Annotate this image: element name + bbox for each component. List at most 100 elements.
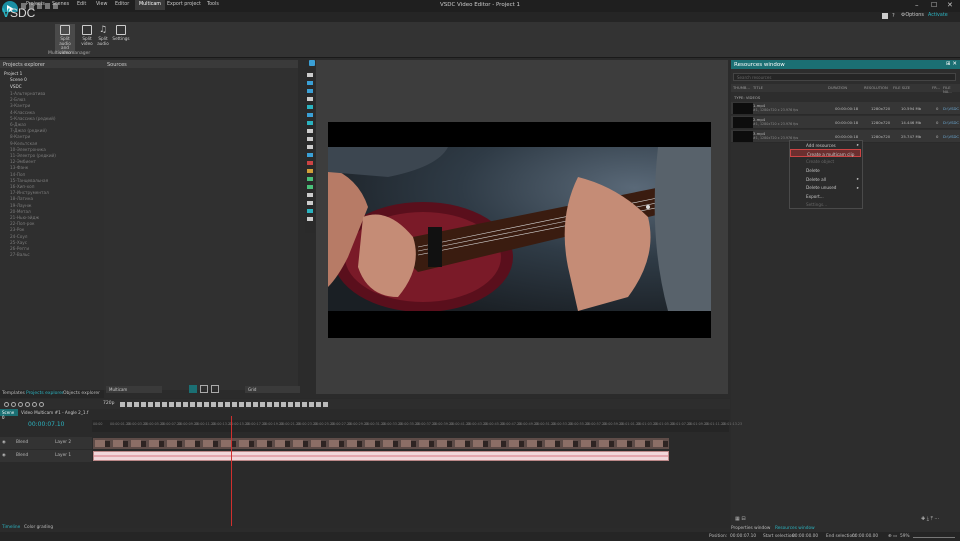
layout-icon[interactable] [882,13,888,19]
tree-item[interactable]: 26-Регги [10,246,29,251]
tree-item[interactable]: 3-Кантри [10,103,30,108]
tab-tools[interactable]: Tools [207,2,219,7]
transport-icon[interactable] [246,402,251,407]
col-filesize[interactable]: FILE SIZE [893,86,910,90]
transport-icon[interactable] [239,402,244,407]
object-tool-icon[interactable] [307,217,313,221]
transport-icon[interactable] [295,402,300,407]
tree-item[interactable]: 12-Эмбиент [10,159,36,164]
resources-add-icons[interactable]: ✚ ⤓ ⤒ ⋯ [921,516,939,522]
tree-item[interactable]: 23-Рок [10,227,24,232]
tab-templates[interactable]: Templates [2,391,25,396]
view-grid-icon[interactable] [189,385,197,393]
object-tool-icon[interactable] [307,209,313,213]
resource-row[interactable]: 2.mp4 #1, 1280x720 x 23.976 fps 00:00:00:1… [731,116,960,129]
toolbar-icon[interactable] [309,60,315,66]
timeline-control-icon[interactable] [32,402,37,407]
tree-item[interactable]: 14-Поп [10,172,25,177]
object-tool-icon[interactable] [307,129,313,133]
col-resolution[interactable]: RESOLUTION [864,86,888,90]
object-tool-icon[interactable] [307,177,313,181]
tree-item[interactable]: 24-Соул [10,234,27,239]
tab-properties-window[interactable]: Properties window [731,526,770,531]
tree-item[interactable]: 7-Джаз (редкий) [10,128,47,133]
tree-item[interactable]: 19-Лаунж [10,203,32,208]
tree-item[interactable]: 13-Фанк [10,165,28,170]
tree-item[interactable]: 6-Джаз [10,122,26,127]
playhead[interactable] [231,416,232,526]
menu-item-delete[interactable]: Delete [790,167,861,175]
timeline-control-icon[interactable] [4,402,9,407]
object-tool-icon[interactable] [307,121,313,125]
split-audio-button[interactable]: ♫ Split audio [93,24,113,54]
object-tool-icon[interactable] [307,161,313,165]
layer-row[interactable]: ◉ Blend Layer 2 [0,437,92,449]
object-tool-icon[interactable] [307,201,313,205]
transport-icon[interactable] [120,402,125,407]
object-tool-icon[interactable] [307,113,313,117]
layout-combo[interactable]: Grid [245,386,300,393]
resources-footer-icons[interactable]: ▦ ⊟ [735,516,746,522]
transport-icon[interactable] [225,402,230,407]
transport-icon[interactable] [155,402,160,407]
options-button[interactable]: ⚙Options [901,13,924,18]
zoom-icons[interactable]: ⊕ ▭ [888,534,897,539]
transport-icon[interactable] [232,402,237,407]
view-single-icon[interactable] [200,385,208,393]
object-tool-icon[interactable] [307,137,313,141]
col-title[interactable]: TITLE [753,86,763,90]
transport-icon[interactable] [183,402,188,407]
tree-item[interactable]: 4-Классика [10,110,35,115]
close-button[interactable]: ✕ [947,1,953,9]
object-tool-icon[interactable] [307,153,313,157]
transport-icon[interactable] [148,402,153,407]
tree-item[interactable]: 21-Нью-эйдж [10,215,39,220]
layer-row[interactable]: ◉ Blend Layer 1 [0,450,92,462]
tab-color-grading[interactable]: Color grading [24,525,53,530]
tree-item[interactable]: 8-Кантри [10,134,30,139]
split-audio-video-button[interactable]: Split audio and video [55,24,75,55]
tree-item[interactable]: 2-Блюз [10,97,25,102]
transport-icon[interactable] [127,402,132,407]
transport-icon[interactable] [260,402,265,407]
transport-icon[interactable] [288,402,293,407]
transport-icon[interactable] [190,402,195,407]
view-list-icon[interactable] [211,385,219,393]
col-filename[interactable]: FILE NA... [943,86,960,94]
video-clip[interactable] [93,438,669,449]
transport-icon[interactable] [316,402,321,407]
tree-item[interactable]: Scene 0 [10,77,27,82]
transport-icon[interactable] [162,402,167,407]
eye-icon[interactable]: ◉ [2,440,6,445]
transport-icon[interactable] [211,402,216,407]
activate-link[interactable]: Activate [928,13,948,18]
tree-item[interactable]: 25-Хаус [10,240,27,245]
object-tool-icon[interactable] [307,193,313,197]
tab-timeline[interactable]: Timeline [2,525,20,530]
tab-edit[interactable]: Edit [77,2,86,7]
tab-objects-explorer[interactable]: Objects explorer [63,391,100,396]
menu-item-delete-all[interactable]: Delete all ▸ [790,175,861,183]
zoom-slider[interactable] [913,537,955,538]
menu-item-add-resources[interactable]: Add resources ▸ [790,141,861,149]
quality-select[interactable]: 720p [103,401,114,406]
blend-select[interactable]: Blend [16,453,28,458]
tab-editor[interactable]: Editor [115,2,129,7]
tree-item[interactable]: 15-Танцевальная [10,178,48,183]
audio-clip[interactable] [93,451,669,461]
tree-item[interactable]: 16-Хип-хоп [10,184,34,189]
transport-icon[interactable] [309,402,314,407]
transport-icon[interactable] [169,402,174,407]
object-tool-icon[interactable] [307,145,313,149]
tab-export[interactable]: Export project [167,2,201,7]
tab-scenes[interactable]: Scenes [52,2,69,7]
resources-search-input[interactable]: Search resources [733,73,956,81]
tree-item[interactable]: 22-Поп-рок [10,221,35,226]
tree-item[interactable]: Project 1 [4,71,22,76]
tab-multicam[interactable]: Multicam [135,0,165,10]
tree-item[interactable]: 18-Латина [10,196,33,201]
tree-item[interactable]: 27-Вальс [10,252,30,257]
menu-item-delete-unused[interactable]: Delete unused ▸ [790,184,861,192]
transport-icon[interactable] [302,402,307,407]
transport-icon[interactable] [323,402,328,407]
